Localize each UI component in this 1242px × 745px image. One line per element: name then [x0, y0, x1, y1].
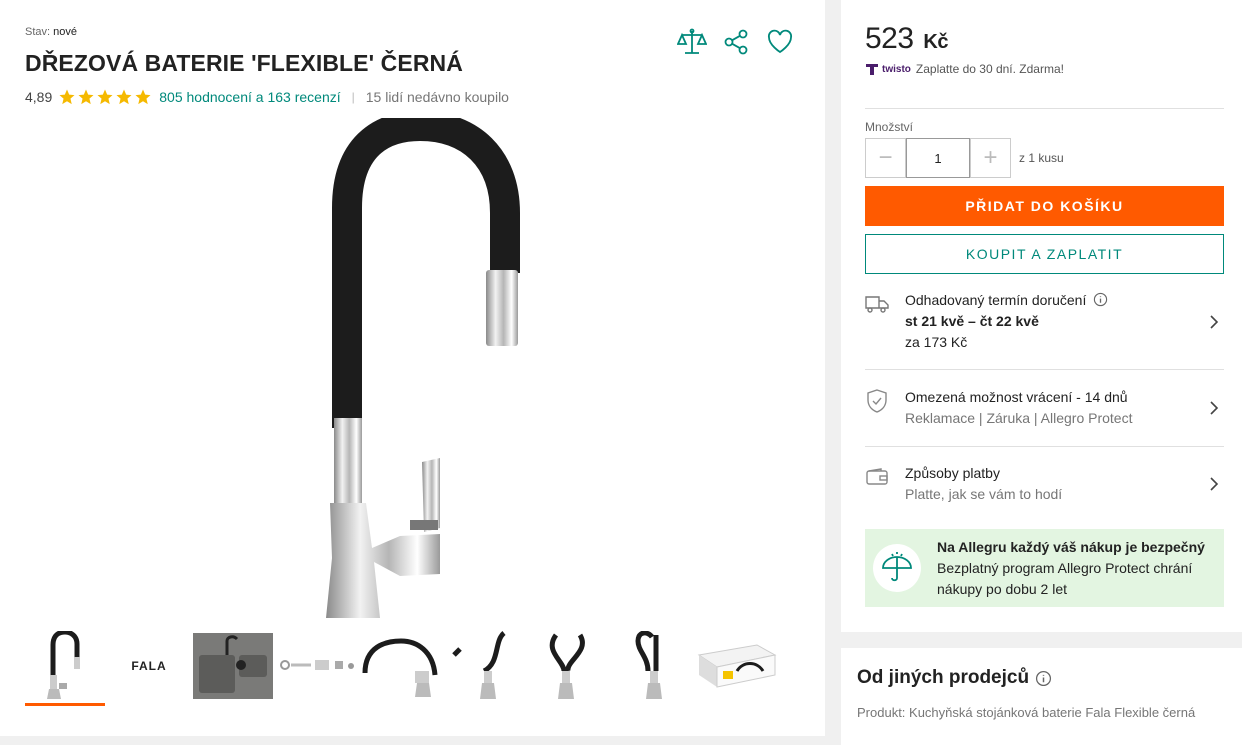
- returns-label: Omezená možnost vrácení - 14 dnů: [905, 389, 1128, 405]
- quantity-input[interactable]: [906, 138, 970, 178]
- fala-logo-text: FALA: [131, 659, 167, 673]
- divider: [865, 369, 1224, 370]
- payment-sub: Platte, jak se vám to hodí: [905, 486, 1063, 502]
- info-icon[interactable]: [1035, 670, 1052, 687]
- info-icon[interactable]: [1093, 292, 1108, 307]
- divider: [865, 446, 1224, 447]
- rating-row: 4,89 805 hodnocení a 163 recenzí | 15 li…: [25, 87, 509, 107]
- star-icon: [116, 89, 132, 105]
- thumb-box[interactable]: [697, 630, 777, 702]
- price-value: 523: [865, 22, 914, 55]
- umbrella-icon: [873, 544, 921, 592]
- quantity-increase-button[interactable]: +: [970, 138, 1011, 178]
- separator: |: [351, 90, 355, 104]
- thumb-faucet-side[interactable]: [445, 630, 525, 702]
- quantity-stepper: − + z 1 kusu: [865, 138, 1064, 178]
- rating-value: 4,89: [25, 89, 53, 105]
- returns-links[interactable]: Reklamace | Záruka | Allegro Protect: [905, 408, 1204, 429]
- returns-info[interactable]: Omezená možnost vrácení - 14 dnů Reklama…: [865, 387, 1224, 429]
- thumb-faucet-loop[interactable]: [529, 630, 609, 702]
- delivery-dates: st 21 kvě – čt 22 kvě: [905, 313, 1039, 329]
- thumb-faucet-partial[interactable]: [781, 630, 800, 702]
- reviews-link[interactable]: 805 hodnocení a 163 recenzí: [159, 89, 340, 105]
- thumb-faucet-front[interactable]: [25, 630, 105, 706]
- thumb-fala-logo[interactable]: FALA: [109, 630, 189, 702]
- compare-icon[interactable]: [677, 27, 707, 57]
- condition: Stav: nové: [25, 26, 77, 38]
- thumb-sink[interactable]: [193, 630, 273, 702]
- buy-now-button[interactable]: KOUPIT A ZAPLATIT: [865, 234, 1224, 274]
- condition-label: Stav:: [25, 26, 51, 38]
- twisto-logo-icon: [866, 64, 878, 75]
- star-icon: [78, 89, 94, 105]
- product-main-image[interactable]: [300, 118, 540, 626]
- thumb-parts[interactable]: [277, 630, 357, 702]
- payment-info[interactable]: Způsoby platby Platte, jak se vám to hod…: [865, 463, 1224, 505]
- thumb-faucet-curl[interactable]: [613, 630, 693, 702]
- twisto-brand: twisto: [882, 63, 911, 75]
- thumbnail-strip: FALA: [25, 630, 800, 706]
- chevron-right-icon[interactable]: [1204, 463, 1224, 505]
- protect-text: Bezplatný program Allegro Protect chrání…: [937, 559, 1193, 597]
- delivery-price: za 173 Kč: [905, 334, 968, 350]
- quantity-decrease-button[interactable]: −: [865, 138, 906, 178]
- chevron-right-icon[interactable]: [1204, 387, 1224, 429]
- payment-label: Způsoby platby: [905, 465, 1000, 481]
- twisto-promo: twisto Zaplatte do 30 dní. Zdarma!: [865, 62, 1064, 76]
- star-icon: [135, 89, 151, 105]
- allegro-protect-banner: Na Allegru každý váš nákup je bezpečný B…: [865, 529, 1224, 607]
- price: 523 Kč: [865, 22, 948, 56]
- star-icon: [97, 89, 113, 105]
- share-icon[interactable]: [721, 27, 751, 57]
- delivery-info[interactable]: Odhadovaný termín doručení st 21 kvě – č…: [865, 290, 1224, 353]
- other-sellers-title: Od jiných prodejců: [857, 667, 1030, 688]
- heart-icon[interactable]: [765, 27, 795, 57]
- twisto-text: Zaplatte do 30 dní. Zdarma!: [915, 62, 1064, 76]
- chevron-right-icon[interactable]: [1204, 290, 1224, 353]
- buy-box: 523 Kč twisto Zaplatte do 30 dní. Zdarma…: [841, 0, 1242, 632]
- price-currency: Kč: [923, 31, 948, 53]
- wallet-icon: [865, 465, 889, 489]
- shield-check-icon: [865, 389, 889, 413]
- add-to-cart-button[interactable]: PŘIDAT DO KOŠÍKU: [865, 186, 1224, 226]
- delivery-label: Odhadovaný termín doručení: [905, 292, 1087, 308]
- quantity-label: Množství: [865, 120, 914, 134]
- divider: [865, 108, 1224, 109]
- other-sellers-panel: Od jiných prodejců Produkt: Kuchyňská st…: [841, 648, 1242, 745]
- star-icon: [59, 89, 75, 105]
- quantity-available: z 1 kusu: [1019, 151, 1064, 165]
- product-title: DŘEZOVÁ BATERIE 'FLEXIBLE' ČERNÁ: [25, 50, 463, 76]
- rating-stars: [58, 88, 153, 106]
- thumb-faucet-bent[interactable]: [361, 630, 441, 702]
- protect-title: Na Allegru každý váš nákup je bezpečný: [937, 538, 1205, 555]
- recently-bought: 15 lidí nedávno koupilo: [365, 89, 509, 105]
- condition-value: nové: [53, 26, 77, 38]
- other-sellers-product: Produkt: Kuchyňská stojánková baterie Fa…: [857, 705, 1196, 720]
- product-panel: Stav: nové DŘEZOVÁ BATERIE 'FLEXIBLE' ČE…: [0, 0, 825, 736]
- product-actions: [663, 27, 795, 57]
- truck-icon: [865, 292, 889, 316]
